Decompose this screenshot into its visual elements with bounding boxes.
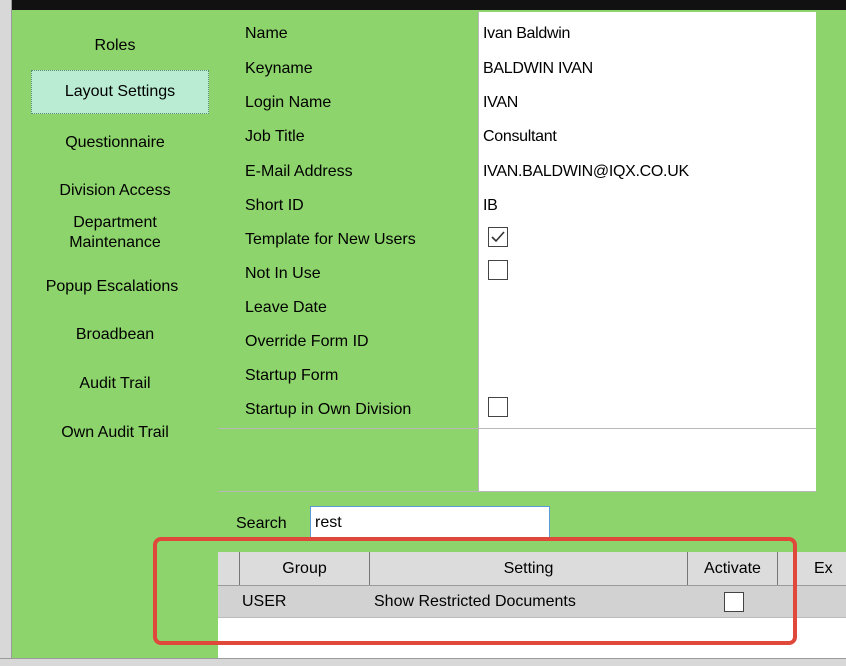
- prop-label-short-id: Short ID: [245, 197, 304, 214]
- prop-value-keyname[interactable]: BALDWIN IVAN: [483, 59, 593, 79]
- sidebar-item-own-audit-trail[interactable]: Own Audit Trail: [20, 423, 210, 443]
- prop-label-startup-own-division: Startup in Own Division: [245, 401, 412, 418]
- prop-label-keyname: Keyname: [245, 60, 313, 77]
- window-top-edge: [0, 0, 846, 10]
- properties-bottom-border: [218, 491, 816, 492]
- not-in-use-checkbox[interactable]: [488, 260, 508, 280]
- prop-label-login-name: Login Name: [245, 94, 332, 111]
- prop-value-name[interactable]: Ivan Baldwin: [483, 24, 570, 44]
- window-left-edge: [0, 0, 12, 666]
- properties-divider: [218, 428, 816, 429]
- annotation-highlight-box: [153, 537, 797, 645]
- settings-window: Roles Layout Settings Questionnaire Divi…: [0, 0, 846, 666]
- prop-label-override-form-id: Override Form ID: [245, 333, 369, 350]
- template-new-users-checkbox[interactable]: [488, 227, 508, 247]
- values-column: [478, 12, 816, 492]
- sidebar-item-questionnaire[interactable]: Questionnaire: [20, 133, 210, 153]
- checkmark-icon: [491, 231, 505, 243]
- search-input[interactable]: [310, 506, 550, 540]
- sidebar-item-department[interactable]: Department: [20, 213, 210, 233]
- sidebar-item-audit-trail[interactable]: Audit Trail: [20, 374, 210, 394]
- prop-label-leave-date: Leave Date: [245, 299, 327, 316]
- startup-own-division-checkbox[interactable]: [488, 397, 508, 417]
- window-bottom-edge: [0, 658, 846, 666]
- prop-value-email[interactable]: IVAN.BALDWIN@IQX.CO.UK: [483, 162, 689, 182]
- prop-label-email: E-Mail Address: [245, 163, 353, 180]
- prop-value-short-id[interactable]: IB: [483, 196, 498, 216]
- prop-label-startup-form: Startup Form: [245, 367, 339, 384]
- sidebar-item-maintenance[interactable]: Maintenance: [20, 233, 210, 253]
- prop-label-job-title: Job Title: [245, 128, 305, 145]
- prop-value-login-name[interactable]: IVAN: [483, 93, 518, 113]
- prop-label-template-new-users: Template for New Users: [245, 231, 416, 248]
- sidebar-item-popup-escalations[interactable]: Popup Escalations: [12, 277, 212, 297]
- sidebar-item-layout-settings[interactable]: Layout Settings: [31, 70, 209, 114]
- prop-label-name: Name: [245, 25, 288, 42]
- search-label: Search: [236, 515, 287, 532]
- sidebar-item-roles[interactable]: Roles: [20, 36, 210, 56]
- sidebar-item-broadbean[interactable]: Broadbean: [20, 325, 210, 345]
- prop-label-not-in-use: Not In Use: [245, 265, 321, 282]
- sidebar-item-division-access[interactable]: Division Access: [20, 181, 210, 201]
- prop-value-job-title[interactable]: Consultant: [483, 127, 557, 147]
